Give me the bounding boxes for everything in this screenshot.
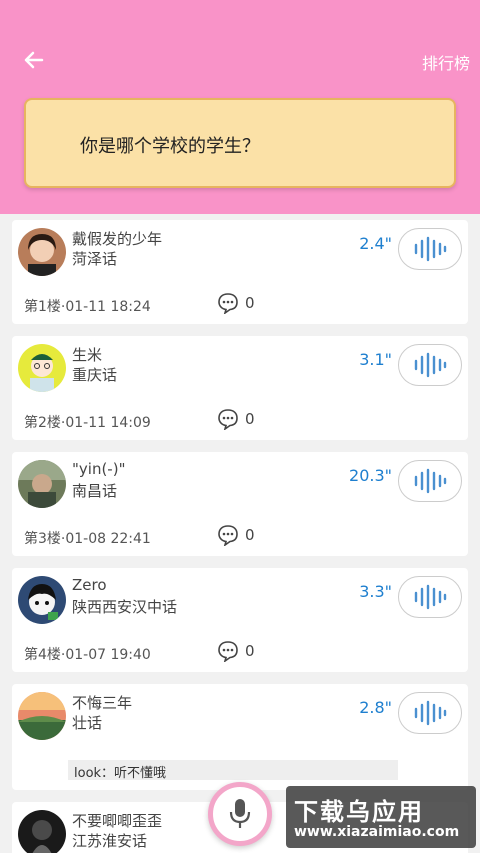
post-card: 不悔三年 壮话 2.8" look：听不懂哦 <box>12 684 468 790</box>
comment-bubble-icon <box>218 641 238 662</box>
avatar[interactable] <box>18 576 66 624</box>
floor-timestamp: 第1楼·01-11 18:24 <box>24 299 151 315</box>
avatar[interactable] <box>18 228 66 276</box>
comment-bubble-icon <box>218 525 238 546</box>
username[interactable]: 不悔三年 <box>72 692 132 713</box>
voice-wave-icon <box>414 468 447 494</box>
play-voice-button[interactable] <box>398 344 462 386</box>
avatar[interactable] <box>18 810 66 853</box>
play-voice-button[interactable] <box>398 692 462 734</box>
dialect-label: 重庆话 <box>72 366 118 384</box>
comment-bubble-icon <box>218 409 238 430</box>
voice-wave-icon <box>414 700 447 726</box>
question-card: 你是哪个学校的学生？ <box>24 98 456 188</box>
dialect-label: 壮话 <box>72 714 103 732</box>
comment-button[interactable]: 0 <box>217 640 255 662</box>
comment-button[interactable]: 0 <box>217 524 255 546</box>
leaderboard-link[interactable]: 排行榜 <box>422 50 470 74</box>
back-arrow-icon[interactable] <box>20 46 48 74</box>
play-voice-button[interactable] <box>398 576 462 618</box>
username[interactable]: 戴假发的少年 <box>72 228 162 249</box>
watermark: 下载乌应用 www.xiazaimiao.com <box>286 786 476 848</box>
voice-wave-icon <box>414 584 447 610</box>
avatar[interactable] <box>18 460 66 508</box>
microphone-icon <box>229 799 251 828</box>
post-card: Zero 陕西西安汉中话 3.3" 第4楼·01-07 19:40 0 <box>12 568 468 672</box>
voice-duration: 20.3" <box>349 466 392 485</box>
comment-bubble-icon <box>218 293 238 314</box>
floor-timestamp: 第3楼·01-08 22:41 <box>24 531 151 547</box>
voice-duration: 3.1" <box>359 350 392 369</box>
avatar[interactable] <box>18 344 66 392</box>
post-card: 戴假发的少年 菏泽话 2.4" 第1楼·01-11 18:24 0 <box>12 220 468 324</box>
comment-count: 0 <box>245 526 255 544</box>
play-voice-button[interactable] <box>398 460 462 502</box>
username[interactable]: 不要唧唧歪歪 <box>72 810 162 831</box>
dialect-label: 江苏淮安话 <box>72 832 148 850</box>
play-voice-button[interactable] <box>398 228 462 270</box>
username[interactable]: Zero <box>72 576 107 594</box>
comment-button[interactable]: 0 <box>217 408 255 430</box>
post-card: 生米 重庆话 3.1" 第2楼·01-11 14:09 0 <box>12 336 468 440</box>
watermark-title: 下载乌应用 <box>294 798 424 826</box>
reply-preview[interactable]: look：听不懂哦 <box>68 760 398 781</box>
voice-wave-icon <box>414 352 447 378</box>
dialect-label: 陕西西安汉中话 <box>72 598 178 616</box>
comment-count: 0 <box>245 410 255 428</box>
watermark-url: www.xiazaimiao.com <box>294 824 460 840</box>
floor-timestamp: 第4楼·01-07 19:40 <box>24 647 151 663</box>
comment-button[interactable]: 0 <box>217 292 255 314</box>
username[interactable]: "yin(-)" <box>72 460 125 478</box>
voice-duration: 2.8" <box>359 698 392 717</box>
dialect-label: 菏泽话 <box>72 250 118 268</box>
username[interactable]: 生米 <box>72 344 102 365</box>
dialect-label: 南昌话 <box>72 482 118 500</box>
voice-wave-icon <box>414 236 447 262</box>
header: 排行榜 你是哪个学校的学生？ <box>0 0 480 214</box>
comment-count: 0 <box>245 642 255 660</box>
record-voice-button[interactable] <box>208 782 272 846</box>
comment-count: 0 <box>245 294 255 312</box>
question-text: 你是哪个学校的学生？ <box>80 136 260 157</box>
voice-duration: 3.3" <box>359 582 392 601</box>
post-card: "yin(-)" 南昌话 20.3" 第3楼·01-08 22:41 0 <box>12 452 468 556</box>
avatar[interactable] <box>18 692 66 740</box>
voice-duration: 2.4" <box>359 234 392 253</box>
floor-timestamp: 第2楼·01-11 14:09 <box>24 415 151 431</box>
